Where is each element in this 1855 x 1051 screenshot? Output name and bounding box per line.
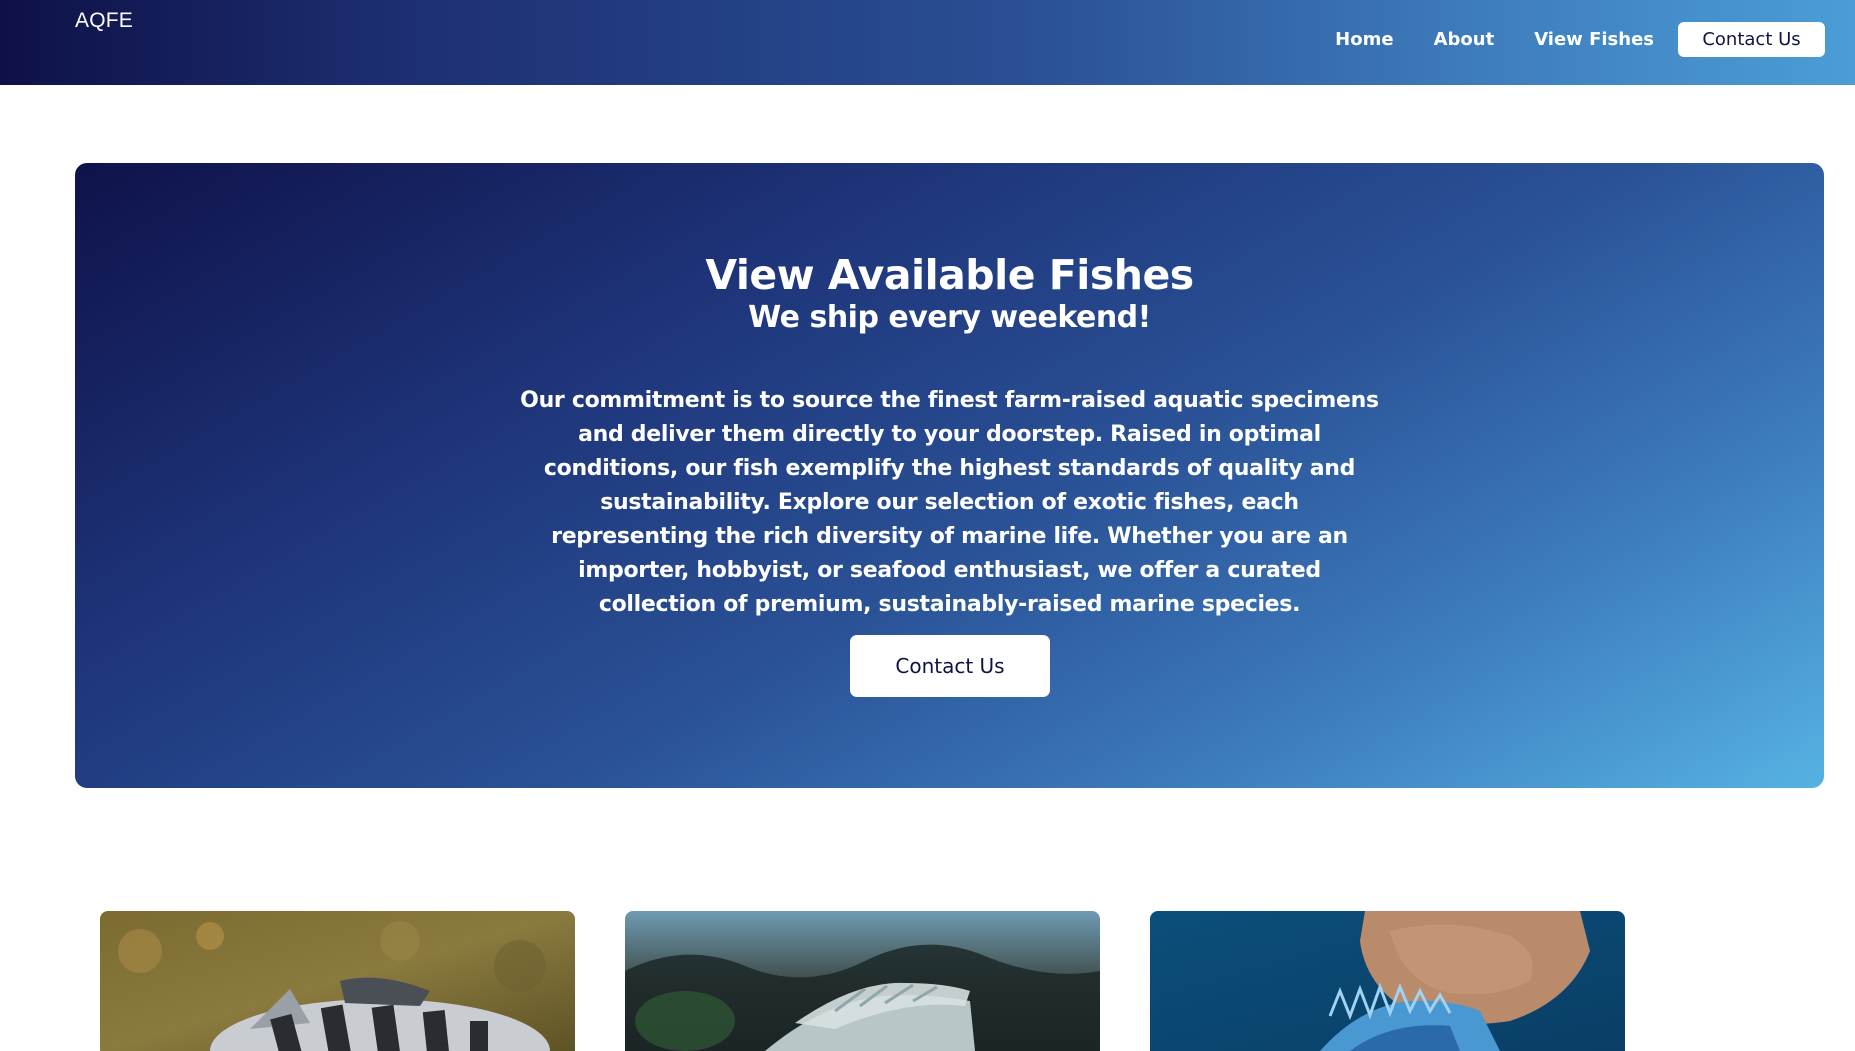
fish-photo-striped-cichlid bbox=[100, 911, 575, 1051]
fish-card[interactable] bbox=[100, 911, 575, 1051]
fish-photo-blue-cichlid bbox=[1150, 911, 1625, 1051]
nav-link-about[interactable]: About bbox=[1434, 29, 1495, 50]
fish-photo-silver-cichlid bbox=[625, 911, 1100, 1051]
hero-banner: View Available Fishes We ship every week… bbox=[75, 163, 1824, 788]
nav-link-view-fishes[interactable]: View Fishes bbox=[1534, 29, 1654, 50]
hero-description: Our commitment is to source the finest f… bbox=[520, 388, 1379, 617]
nav-link-home[interactable]: Home bbox=[1335, 29, 1393, 50]
main-nav: Home About View Fishes Contact Us bbox=[1335, 22, 1825, 57]
top-navbar: AQFE Home About View Fishes Contact Us bbox=[0, 0, 1855, 85]
fish-card[interactable] bbox=[625, 911, 1100, 1051]
nav-contact-us-button[interactable]: Contact Us bbox=[1678, 22, 1825, 57]
hero-contact-us-button[interactable]: Contact Us bbox=[850, 635, 1050, 697]
fish-card-grid bbox=[100, 911, 1675, 1051]
hero-title: View Available Fishes bbox=[705, 251, 1194, 299]
hero-subtitle: We ship every weekend! bbox=[748, 300, 1151, 335]
brand-logo[interactable]: AQFE bbox=[75, 9, 133, 33]
fish-card[interactable] bbox=[1150, 911, 1625, 1051]
